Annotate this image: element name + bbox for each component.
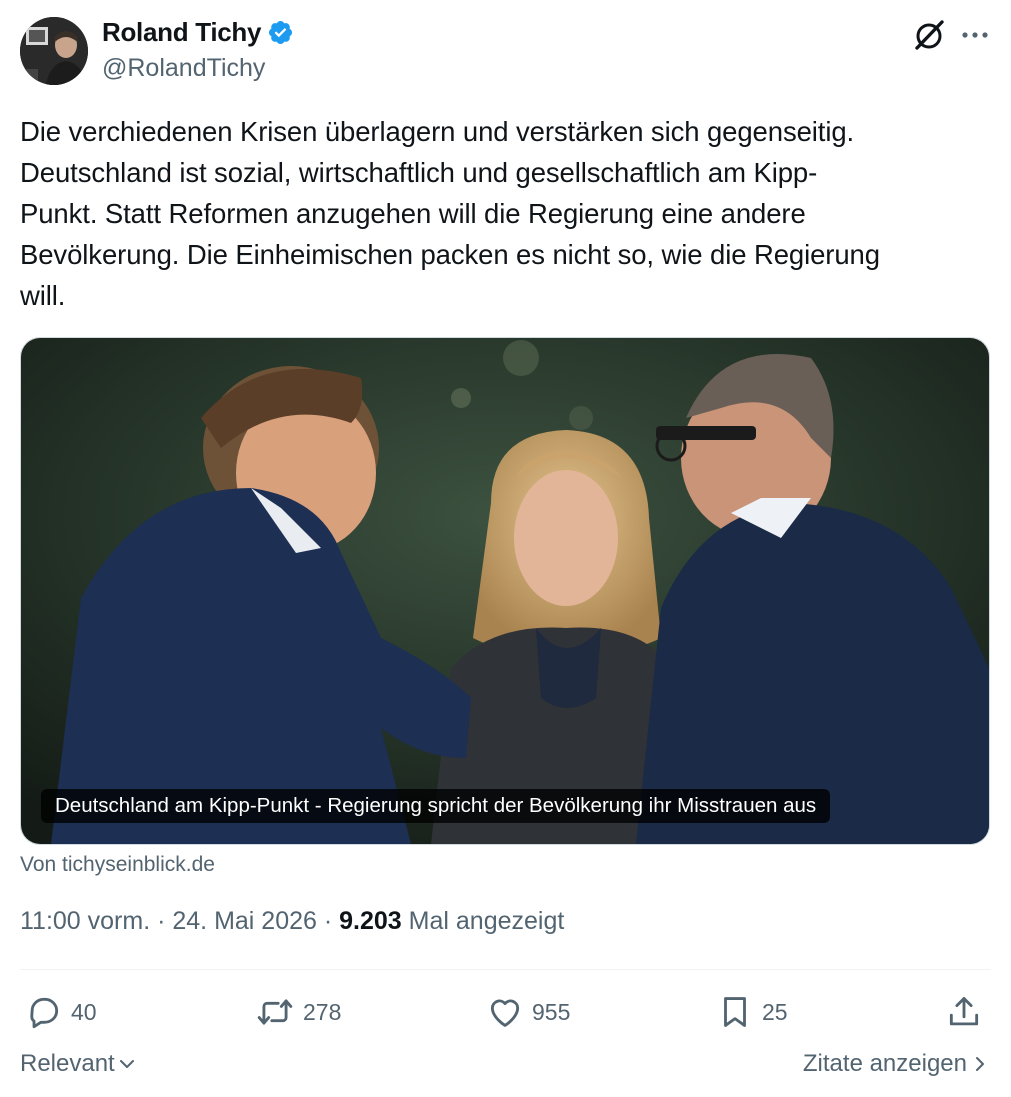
reply-icon — [30, 997, 59, 1029]
meta-separator: · — [150, 907, 173, 935]
meta-separator: · — [316, 907, 340, 935]
repost-button[interactable]: 278 — [255, 993, 341, 1031]
bookmark-button[interactable]: 25 — [716, 993, 788, 1031]
like-count: 955 — [532, 998, 571, 1025]
divider — [20, 969, 991, 970]
reply-button[interactable]: 40 — [25, 993, 97, 1031]
view-quotes-link[interactable]: Zitate anzeigen — [803, 1050, 987, 1078]
tweet-time[interactable]: 11:00 vorm. — [20, 907, 150, 935]
chevron-down-icon — [119, 1060, 134, 1068]
repost-icon — [257, 999, 293, 1025]
views-label: Mal angezeigt — [408, 907, 565, 935]
sort-dropdown[interactable]: Relevant — [20, 1050, 137, 1078]
views-count: 9.203 — [339, 907, 402, 935]
card-source[interactable]: Von tichyseinblick.de — [20, 853, 215, 877]
bookmark-count: 25 — [762, 998, 788, 1025]
link-card[interactable]: Deutschland am Kipp-Punkt - Regierung sp… — [20, 337, 990, 845]
card-caption: Deutschland am Kipp-Punkt - Regierung sp… — [41, 789, 831, 823]
card-photo — [21, 338, 989, 844]
author-handle[interactable]: @RolandTichy — [102, 54, 265, 83]
tweet-date[interactable]: 24. Mai 2026 — [172, 907, 317, 935]
heart-icon — [490, 999, 520, 1027]
quotes-label: Zitate anzeigen — [802, 1050, 967, 1077]
share-button[interactable] — [945, 993, 983, 1031]
avatar-image — [20, 17, 88, 85]
tweet-text: Die verchiedenen Krisen überlagern und v… — [20, 116, 880, 311]
author-row: Roland Tichy — [102, 17, 294, 48]
sort-label: Relevant — [20, 1050, 115, 1077]
bookmark-icon — [724, 997, 746, 1027]
repost-count: 278 — [303, 998, 342, 1025]
more-dots-icon[interactable] — [958, 20, 992, 50]
tweet-meta: 11:00 vorm. · 24. Mai 2026 · 9.203 Mal a… — [20, 907, 564, 936]
grok-icon[interactable] — [912, 18, 946, 52]
avatar[interactable] — [20, 17, 88, 85]
chevron-right-icon — [976, 1057, 984, 1071]
like-button[interactable]: 955 — [486, 993, 570, 1031]
reply-count: 40 — [71, 998, 97, 1025]
verified-badge-icon[interactable] — [267, 19, 294, 46]
author-name[interactable]: Roland Tichy — [102, 17, 261, 48]
share-icon — [949, 997, 979, 1026]
